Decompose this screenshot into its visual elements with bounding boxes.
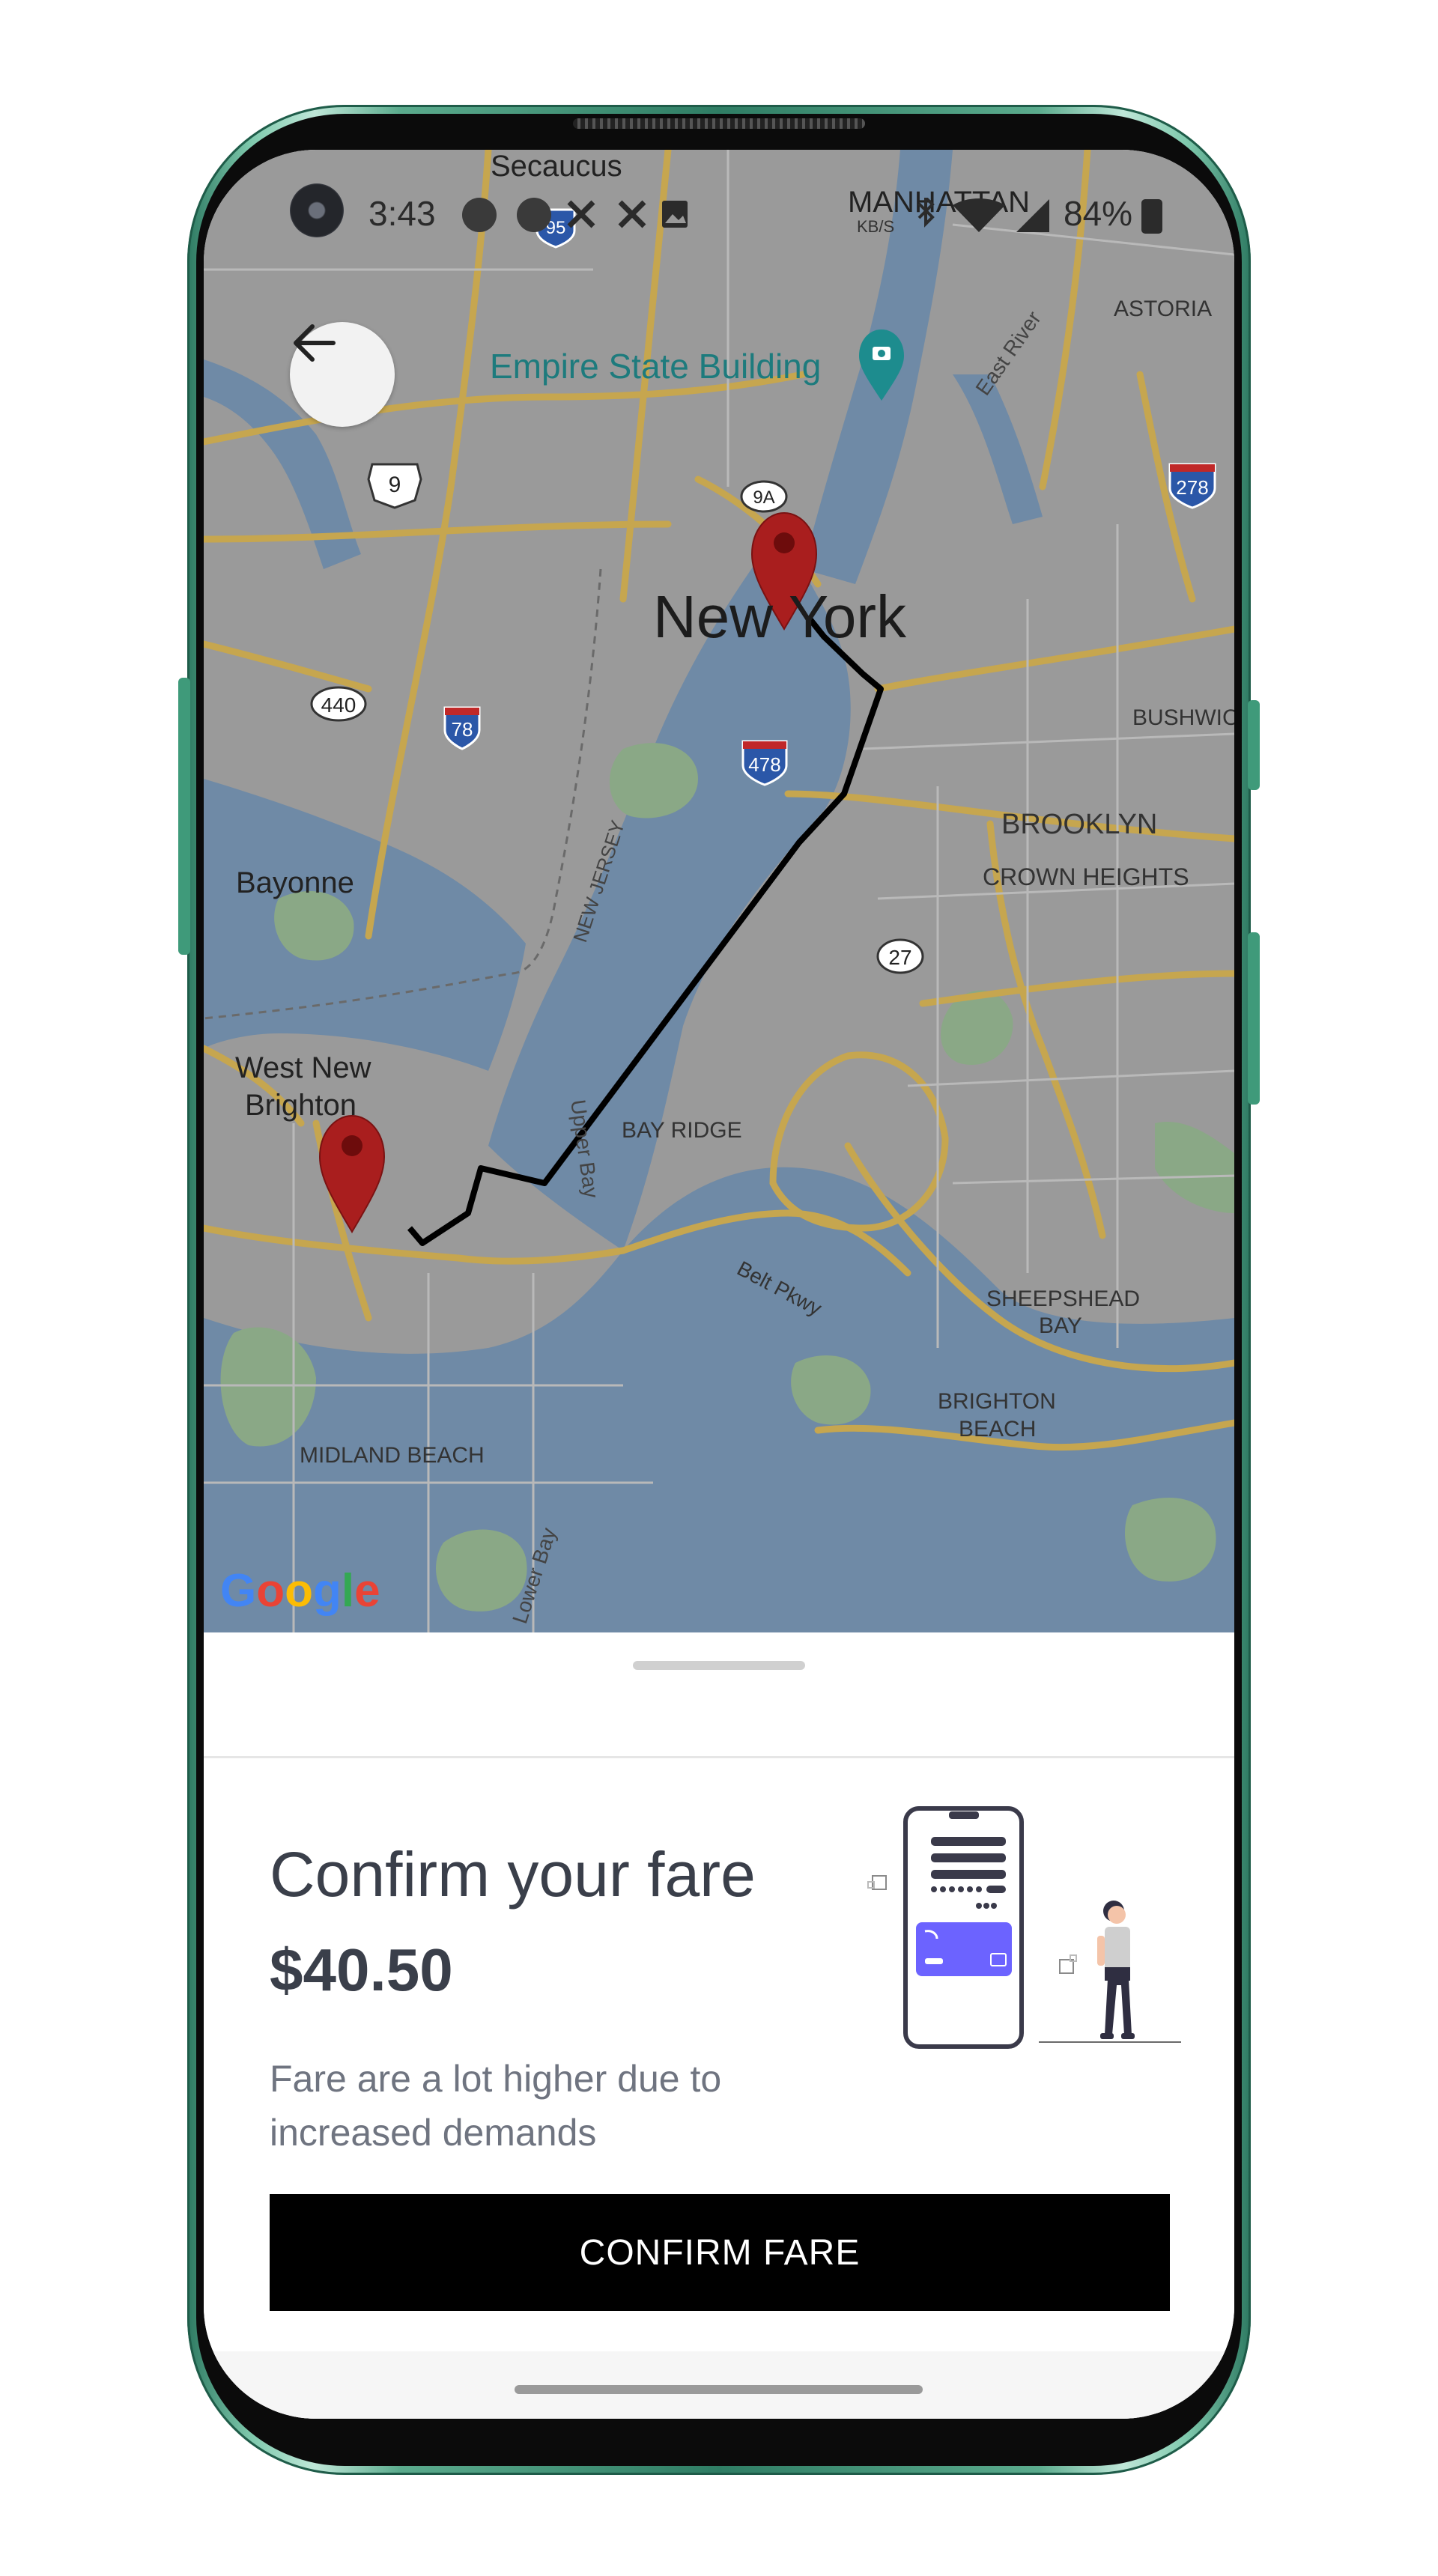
shield-us9-label: 9 (389, 473, 401, 497)
notification-icon-2 (517, 198, 551, 232)
home-indicator[interactable] (515, 2385, 923, 2394)
wifi-icon (953, 198, 1005, 232)
battery-icon (1141, 199, 1162, 234)
shield-r440-label: 440 (321, 693, 357, 717)
front-camera (290, 183, 344, 237)
map-label-brooklyn: BROOKLYN (1001, 809, 1158, 840)
map-label-sheepshead-line1: SHEEPSHEAD (986, 1287, 1141, 1311)
person-figure (1097, 1901, 1135, 2039)
bluetooth-icon (917, 198, 935, 228)
fare-description: Fare are a lot higher due to increased d… (270, 2058, 722, 2154)
status-bar: 3:43 KB/S 84% (204, 150, 1234, 285)
notification-icon-1 (462, 198, 497, 232)
route-map[interactable]: 9 440 78 478 278 27 95 9A East River NEW… (204, 150, 1234, 1632)
sheet-divider (204, 1756, 1234, 1758)
map-label-brighton-beach-line1: BRIGHTON (938, 1389, 1056, 1414)
phone-side-button-right-lower (1248, 932, 1260, 1105)
earpiece-speaker (573, 118, 865, 129)
arrow-left-icon (294, 324, 336, 362)
map-label-bayonne: Bayonne (236, 866, 354, 899)
shield-r27-label: 27 (888, 946, 911, 969)
back-button[interactable] (290, 322, 395, 427)
map-label-midland-beach: MIDLAND BEACH (300, 1443, 485, 1468)
confirm-fare-button[interactable]: CONFIRM FARE (270, 2194, 1170, 2311)
fare-bottom-sheet: Confirm your fare $40.50 Fare are a lot … (204, 1632, 1234, 2419)
connectivity-icons (917, 198, 1049, 232)
phone-side-button-right-upper (1248, 700, 1260, 790)
map-label-astoria: ASTORIA (1114, 297, 1213, 321)
shield-i478-label: 478 (748, 753, 780, 776)
signal-icon (1016, 199, 1049, 232)
image-icon (662, 201, 688, 228)
shield-r9a-label: 9A (753, 487, 774, 508)
payment-illustration (867, 1806, 1181, 2049)
map-label-bushwick: BUSHWIC (1132, 705, 1234, 730)
map-label-new-york[interactable]: New York (653, 583, 906, 651)
status-time: 3:43 (368, 194, 436, 233)
map-label-west-new-brighton-line1: West New (235, 1051, 371, 1084)
google-logo: Google (220, 1565, 380, 1617)
map-label-sheepshead-line2: BAY (1039, 1313, 1082, 1338)
map-label-empire-state-building[interactable]: Empire State Building (490, 346, 821, 386)
sheet-drag-handle[interactable] (633, 1661, 805, 1670)
cross-app-icon (618, 200, 646, 228)
map-label-west-new-brighton-line2: Brighton (245, 1089, 357, 1122)
shield-i278-label: 278 (1176, 476, 1208, 499)
sheet-title: Confirm your fare (270, 1839, 756, 1910)
notification-icons (567, 200, 688, 228)
phone-side-button-left (178, 678, 190, 955)
map-label-crown-heights: CROWN HEIGHTS (983, 863, 1189, 890)
screen: 9 440 78 478 278 27 95 9A East River NEW… (204, 150, 1234, 2419)
battery-percentage: 84% (1064, 194, 1133, 233)
map-label-brighton-beach-line2: BEACH (959, 1417, 1037, 1442)
fare-price: $40.50 (270, 1936, 453, 2003)
cross-app-icon (567, 200, 595, 228)
network-speed-unit: KB/S (857, 217, 895, 236)
shield-i78-label: 78 (452, 718, 473, 741)
map-label-bay-ridge: BAY RIDGE (622, 1118, 742, 1143)
